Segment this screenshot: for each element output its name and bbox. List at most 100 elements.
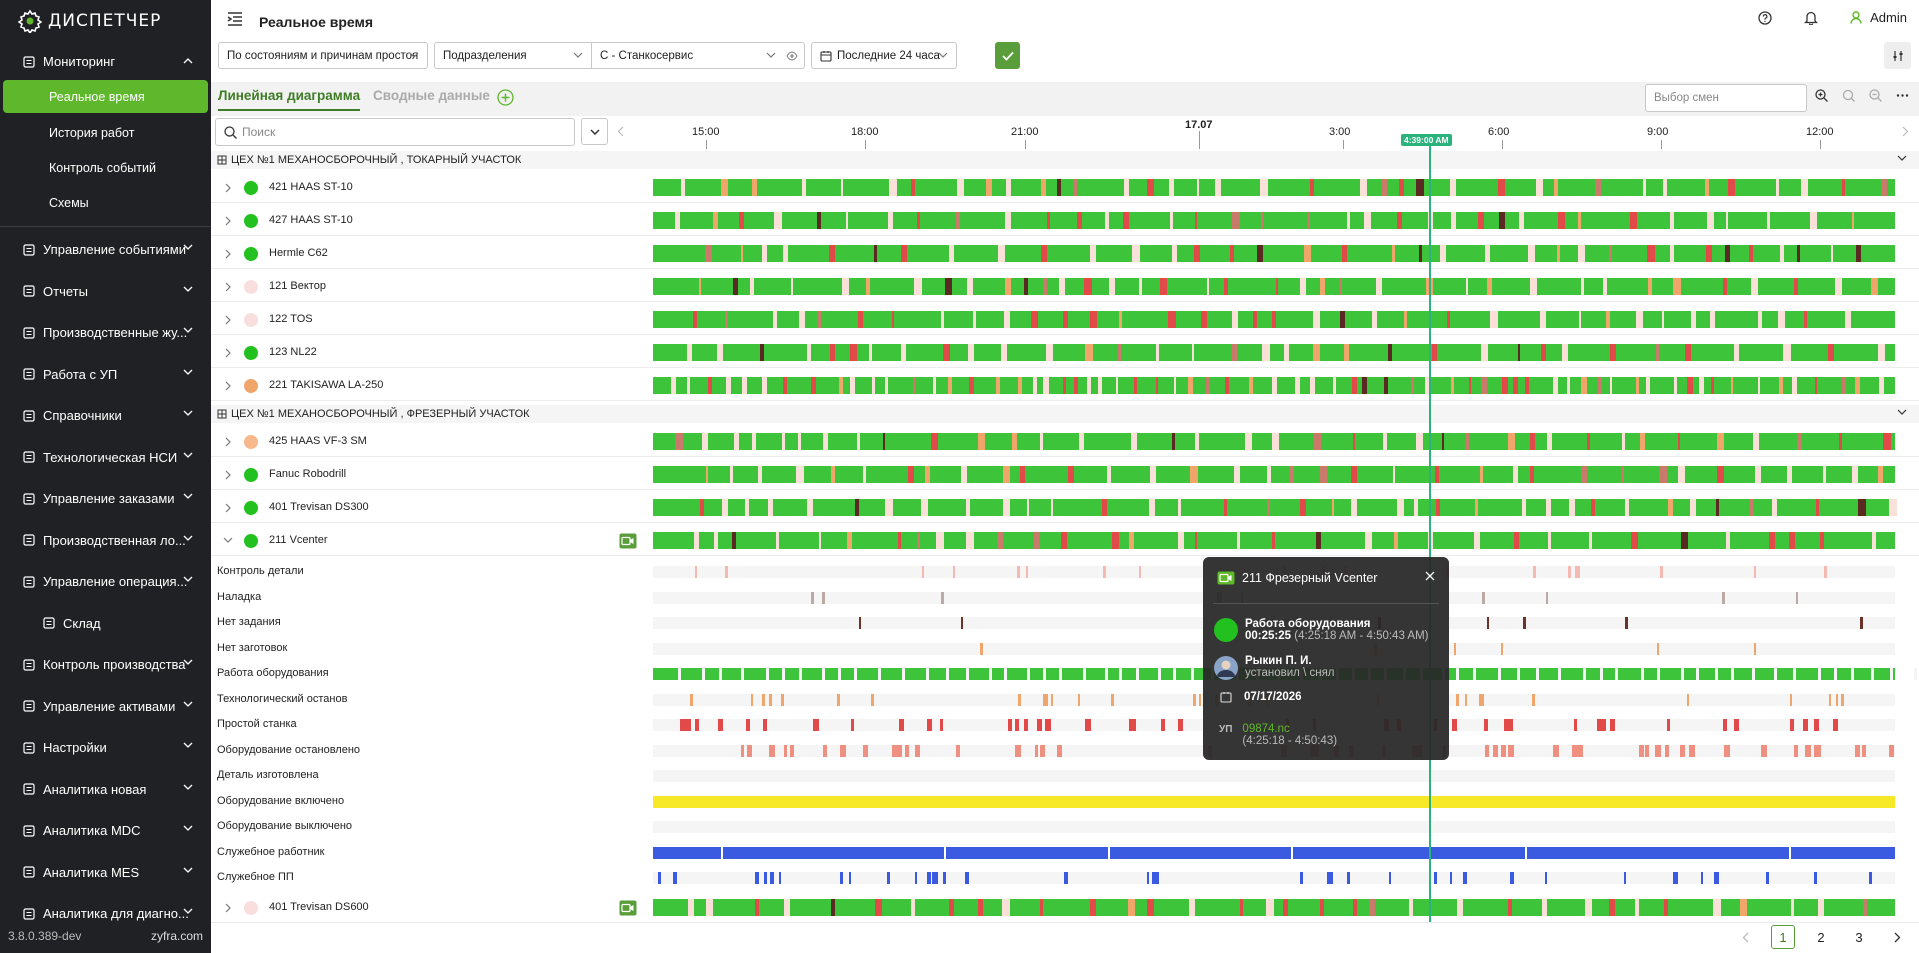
divisions-filter-select[interactable]: Подразделения: [434, 42, 592, 69]
timeline-next-icon[interactable]: [1902, 126, 1909, 137]
menu-monitoring[interactable]: Мониторинг: [0, 43, 211, 80]
timeline-prev-icon[interactable]: [617, 126, 624, 137]
menu-item-6[interactable]: Управление заказами: [0, 478, 211, 520]
company-filter-select[interactable]: С - Станкосервис: [591, 42, 805, 69]
menu-item-2[interactable]: Производственные жу...: [0, 312, 211, 354]
monitoring-submenu: Реальное время История работ Контроль собы…: [0, 80, 211, 227]
menu-item-4[interactable]: Справочники: [0, 395, 211, 437]
menu-monitoring-sub-2[interactable]: Контроль событий: [0, 150, 211, 185]
status-dot-icon: [244, 346, 258, 360]
axis-tick: [706, 140, 707, 149]
machine-row[interactable]: Fanuc Robodrill: [211, 458, 1919, 490]
camera-icon[interactable]: [619, 533, 637, 549]
chevron-right-icon[interactable]: [225, 348, 231, 358]
states-filter-select[interactable]: По состояниям и причинам простоя: [218, 42, 428, 69]
menu-monitoring-sub-0[interactable]: Реальное время: [3, 80, 208, 113]
machine-row[interactable]: 122 TOS: [211, 303, 1919, 335]
help-icon[interactable]: [1758, 10, 1772, 25]
tab-linear-diagram[interactable]: Линейная диаграмма: [218, 88, 361, 111]
chevron-right-icon[interactable]: [225, 282, 231, 292]
page-3-button[interactable]: 3: [1847, 925, 1871, 949]
menu-item-1[interactable]: Отчеты: [0, 271, 211, 313]
axis-tick: [1199, 131, 1200, 149]
menu-monitoring-sub-3[interactable]: Схемы: [0, 185, 211, 220]
menu-item-7[interactable]: Производственная ло...: [0, 520, 211, 562]
menu-monitoring-sub-1[interactable]: История работ: [0, 115, 211, 150]
status-dot-icon: [244, 247, 258, 261]
list-icon: [22, 824, 35, 837]
machine-row[interactable]: 425 HAAS VF-3 SM: [211, 425, 1919, 457]
menu-item2-4[interactable]: Аналитика MDC: [0, 810, 211, 852]
chevron-down-icon[interactable]: [223, 537, 233, 543]
machine-row[interactable]: 421 HAAS ST-10: [211, 171, 1919, 203]
machine-row[interactable]: 121 Вектор: [211, 270, 1919, 302]
menu-item-warehouse[interactable]: Склад: [0, 603, 211, 645]
chevron-right-icon[interactable]: [225, 503, 231, 513]
prev-page-icon[interactable]: [1733, 925, 1757, 949]
apply-filters-button[interactable]: [995, 42, 1020, 69]
chevron-right-icon[interactable]: [225, 381, 231, 391]
menu-item2-3[interactable]: Аналитика новая: [0, 769, 211, 811]
zoom-out-icon[interactable]: [1869, 89, 1882, 102]
menu-item-8[interactable]: Управление операция...: [0, 561, 211, 603]
chevron-right-icon[interactable]: [225, 315, 231, 325]
user-menu[interactable]: Admin: [1850, 10, 1907, 25]
chevron-right-icon[interactable]: [225, 437, 231, 447]
machine-row[interactable]: Hermle C62: [211, 237, 1919, 269]
menu-item2-2[interactable]: Настройки: [0, 727, 211, 769]
file-icon: [22, 368, 35, 381]
section-header[interactable]: ЦЕХ №1 МЕХАНОСБОРОЧНЫЙ , ТОКАРНЫЙ УЧАСТО…: [211, 151, 1919, 169]
collapse-all-button[interactable]: [581, 118, 608, 145]
next-page-icon[interactable]: [1885, 925, 1909, 949]
chevron-right-icon[interactable]: [225, 903, 231, 913]
menu-item-3[interactable]: Работа с УП: [0, 354, 211, 396]
machine-row[interactable]: 211 Vcenter: [211, 524, 1919, 556]
collapse-sidebar-icon[interactable]: [227, 12, 243, 26]
popup-divider: [1213, 603, 1439, 604]
tab-summary-data[interactable]: Сводные данные: [373, 88, 490, 103]
current-time-line[interactable]: [1429, 144, 1431, 922]
axis-label: 15:00: [692, 126, 720, 138]
machine-row[interactable]: 123 NL22: [211, 336, 1919, 368]
menu-item-5[interactable]: Технологическая НСИ: [0, 437, 211, 479]
up-file-link[interactable]: 09874.nc: [1242, 723, 1337, 735]
vendor-link[interactable]: zyfra.com: [151, 929, 203, 943]
event-type-row: Нет задания: [211, 610, 1919, 635]
chevron-down-icon: [183, 452, 193, 458]
menu-item2-5[interactable]: Аналитика MES: [0, 852, 211, 894]
menu-item-0[interactable]: Управление событиями: [0, 229, 211, 271]
search-input[interactable]: Поиск: [215, 118, 575, 146]
display-settings-button[interactable]: [1884, 42, 1911, 69]
chevron-down-icon[interactable]: [1897, 409, 1907, 415]
chevron-right-icon[interactable]: [225, 249, 231, 259]
divisions-filter-value: Подразделения: [443, 49, 527, 62]
machine-row[interactable]: 401 Trevisan DS600: [211, 891, 1919, 923]
app-logo[interactable]: ДИСПЕТЧЕР: [18, 9, 161, 33]
chevron-right-icon[interactable]: [225, 470, 231, 480]
notifications-bell-icon[interactable]: [1804, 10, 1819, 25]
menu-item2-1[interactable]: Управление активами: [0, 686, 211, 728]
close-icon[interactable]: [1425, 571, 1435, 581]
machine-row[interactable]: 427 HAAS ST-10: [211, 204, 1919, 236]
chevron-right-icon[interactable]: [225, 183, 231, 193]
page-1-button[interactable]: 1: [1771, 925, 1795, 949]
shifts-select[interactable]: Выбор смен: [1645, 84, 1807, 112]
machine-row[interactable]: 221 TAKISAWA LA-250: [211, 369, 1919, 401]
chevron-down-icon: [183, 576, 193, 582]
page-2-button[interactable]: 2: [1809, 925, 1833, 949]
zoom-in-icon[interactable]: [1815, 89, 1828, 102]
axis-label: 9:00: [1647, 126, 1669, 138]
eye-icon[interactable]: [786, 51, 798, 61]
chevron-right-icon[interactable]: [225, 216, 231, 226]
chevron-down-icon: [573, 52, 583, 58]
menu-item2-0[interactable]: Контроль производства: [0, 644, 211, 686]
machine-row[interactable]: 401 Trevisan DS300: [211, 491, 1919, 523]
chevron-down-icon[interactable]: [1897, 155, 1907, 161]
user-icon: [1850, 11, 1862, 24]
camera-icon[interactable]: [619, 900, 637, 916]
more-options-icon[interactable]: [1896, 89, 1909, 102]
period-filter-select[interactable]: Последние 24 часа: [811, 42, 957, 69]
reset-zoom-icon[interactable]: [1842, 89, 1855, 102]
add-tab-icon[interactable]: [497, 89, 514, 106]
section-header[interactable]: ЦЕХ №1 МЕХАНОСБОРОЧНЫЙ , ФРЕЗЕРНЫЙ УЧАСТ…: [211, 405, 1919, 423]
